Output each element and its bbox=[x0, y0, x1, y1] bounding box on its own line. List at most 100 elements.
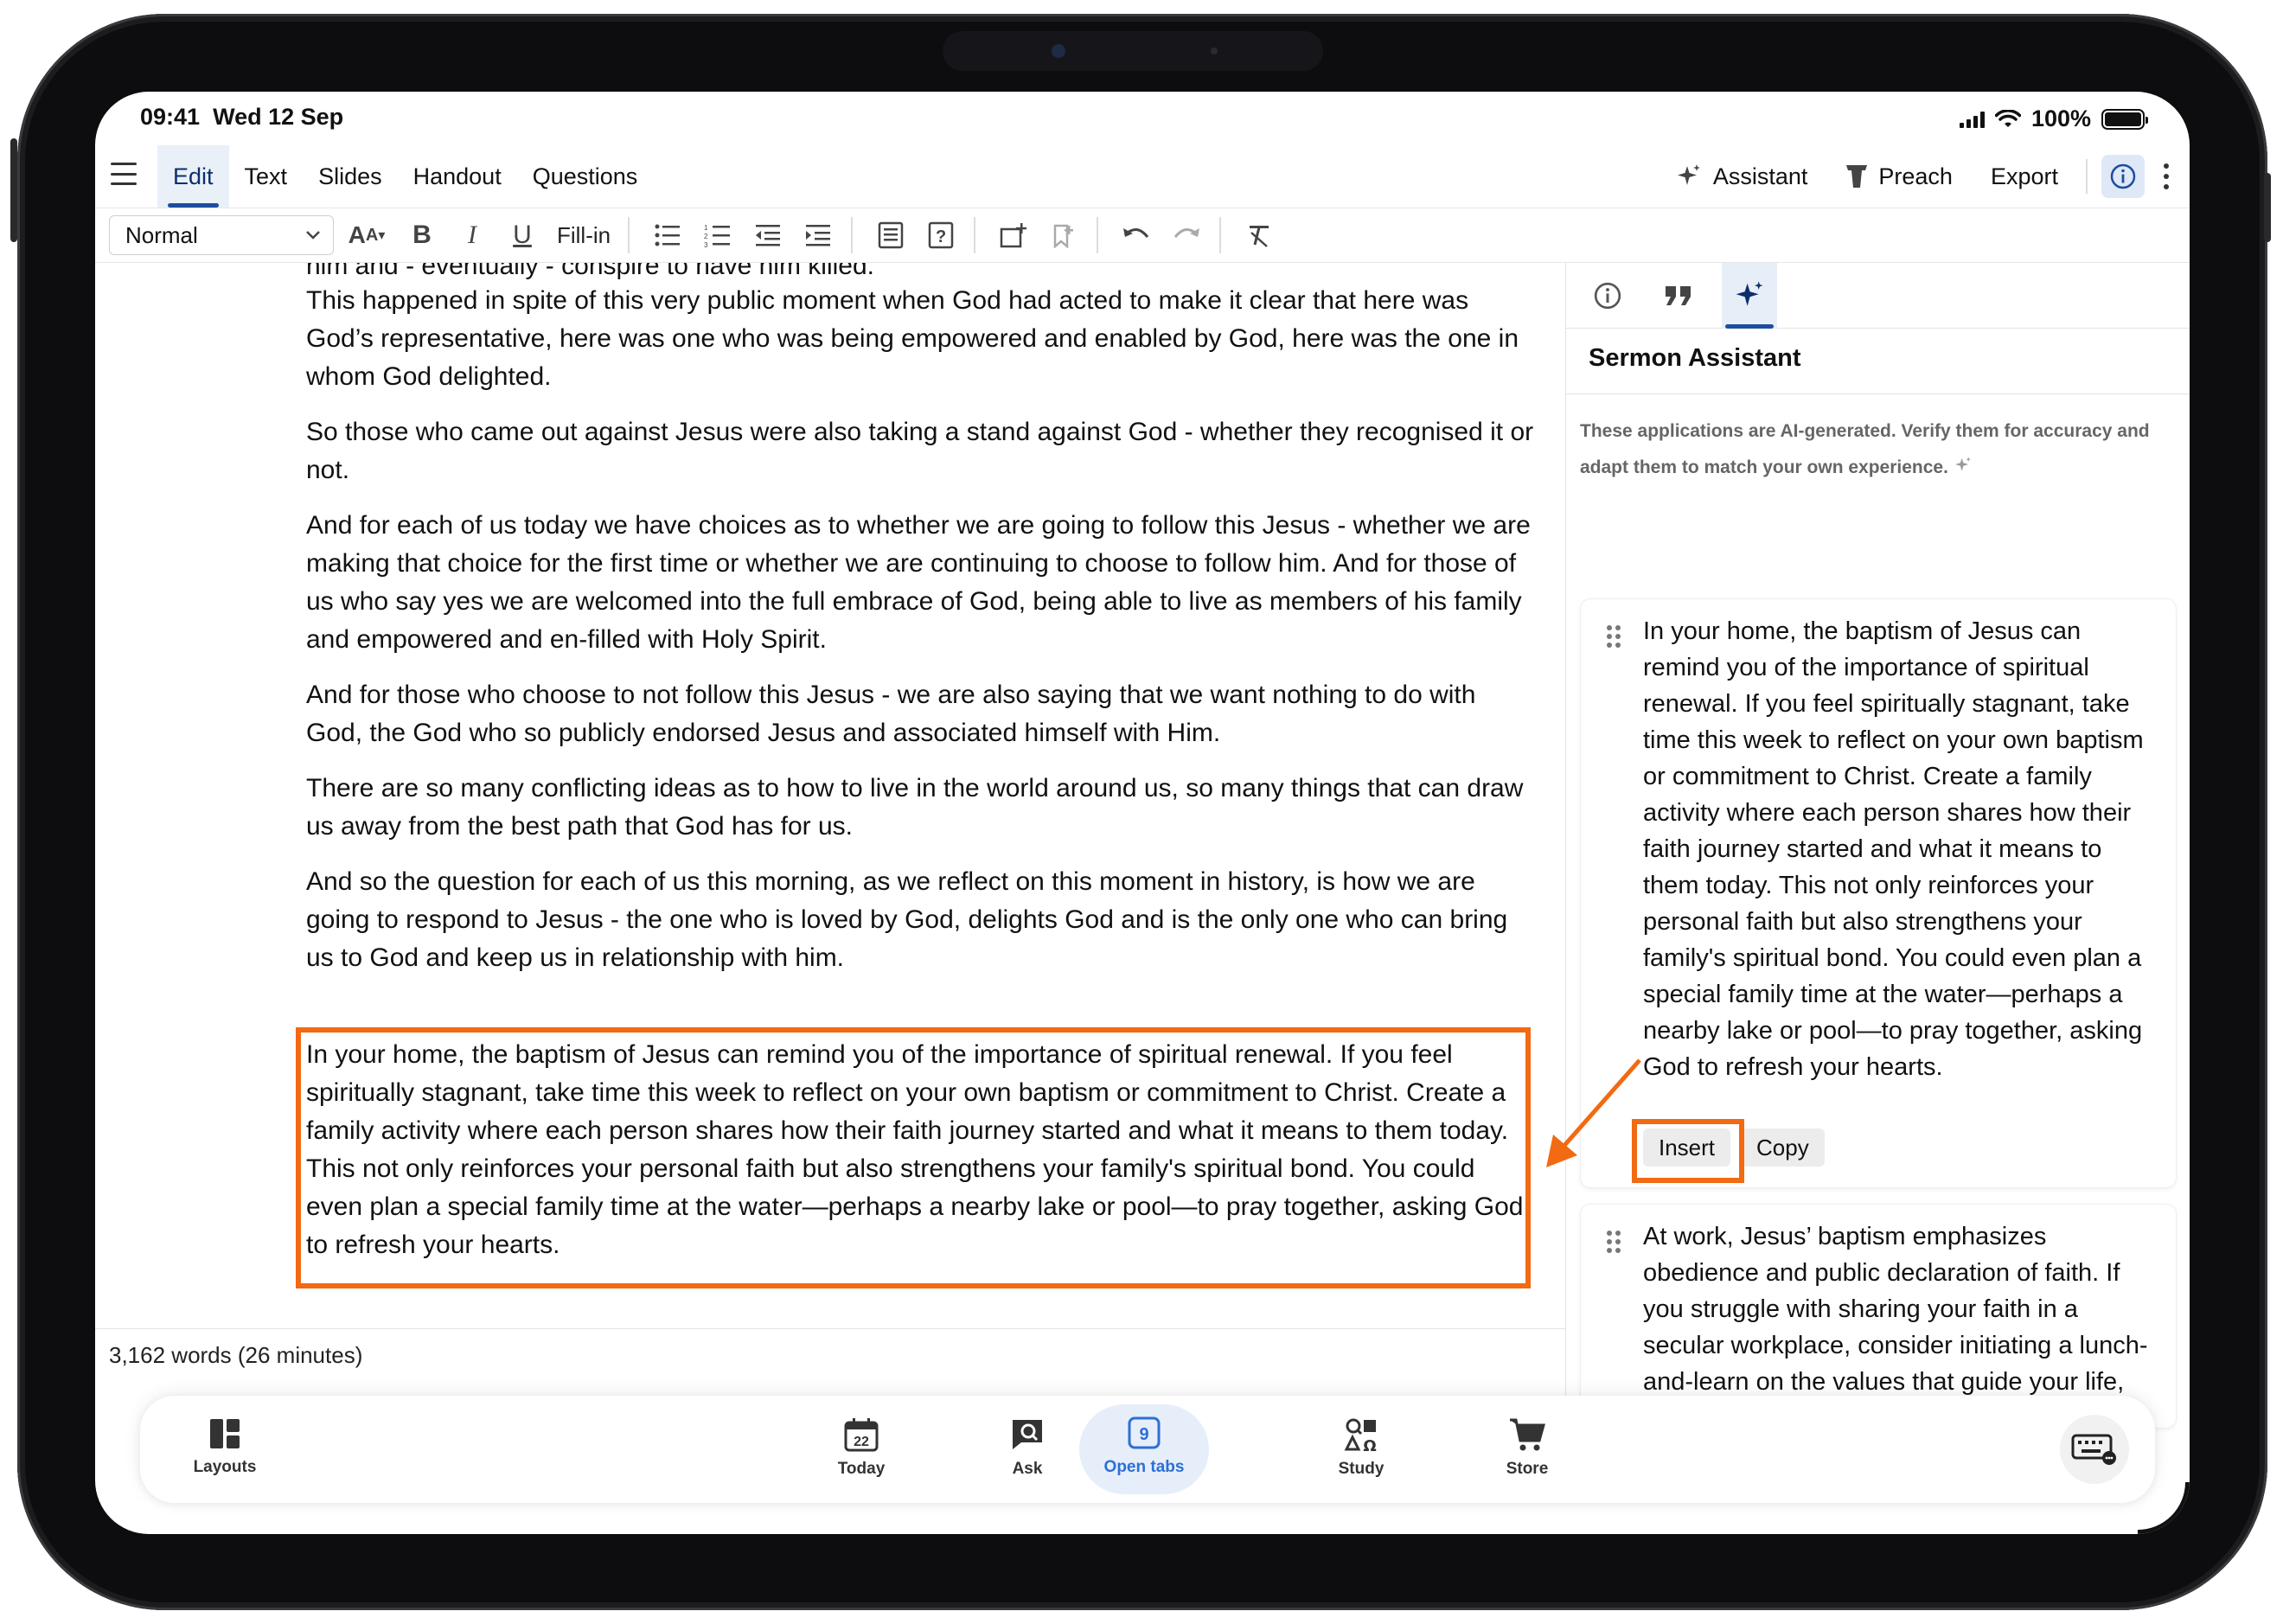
svg-text:1: 1 bbox=[704, 224, 708, 232]
ask-search-icon bbox=[1013, 1420, 1042, 1449]
camera-housing bbox=[943, 31, 1323, 71]
tab-text[interactable]: Text bbox=[229, 145, 304, 208]
panel-title: Sermon Assistant bbox=[1566, 329, 2190, 394]
layouts-icon bbox=[210, 1419, 240, 1448]
dock-layouts[interactable]: Layouts bbox=[173, 1416, 277, 1477]
underline-icon[interactable]: U bbox=[500, 215, 545, 255]
paragraph-style-select[interactable]: Normal bbox=[109, 215, 334, 255]
assistant-label: Assistant bbox=[1712, 163, 1808, 189]
word-count: 3,162 words (26 minutes) bbox=[109, 1342, 363, 1368]
panel-tab-info[interactable] bbox=[1580, 263, 1635, 329]
editor-paragraph[interactable]: There are so many conflicting ideas as t… bbox=[306, 770, 1534, 846]
bullet-list-icon[interactable] bbox=[645, 215, 690, 255]
font-size-button[interactable]: A A ▾ bbox=[339, 215, 394, 255]
application-card: In your home, the baptism of Jesus can r… bbox=[1580, 598, 2177, 1188]
svg-text:?: ? bbox=[936, 227, 946, 246]
calendar-icon: 22 bbox=[844, 1418, 879, 1452]
study-icon: Ω bbox=[1344, 1418, 1377, 1453]
preach-label: Preach bbox=[1878, 163, 1953, 189]
bold-icon[interactable]: B bbox=[400, 215, 444, 255]
dock-ask[interactable]: Ask bbox=[975, 1416, 1079, 1479]
tab-handout[interactable]: Handout bbox=[398, 145, 517, 208]
format-divider bbox=[1097, 217, 1099, 253]
outdent-icon[interactable] bbox=[745, 215, 790, 255]
editor-paragraph[interactable]: And for each of us today we have choices… bbox=[306, 507, 1534, 659]
svg-text:9: 9 bbox=[1139, 1425, 1148, 1444]
toolbar-actions: Assistant Preach Export bbox=[1656, 145, 2169, 208]
dock-open-tabs[interactable]: 9 Open tabs bbox=[1092, 1415, 1196, 1477]
fill-in-button[interactable]: Fill-in bbox=[550, 215, 617, 255]
panel-tab-quotes[interactable] bbox=[1651, 263, 1706, 329]
editor-paragraph[interactable]: And so the question for each of us this … bbox=[306, 863, 1534, 977]
editor-paragraph[interactable]: So those who came out against Jesus were… bbox=[306, 413, 1534, 489]
cellular-signal-icon bbox=[1959, 111, 1985, 128]
chevron-down-icon bbox=[306, 231, 320, 240]
format-divider bbox=[1219, 217, 1222, 253]
open-tabs-icon: 9 bbox=[1128, 1416, 1161, 1449]
svg-text:3: 3 bbox=[704, 241, 708, 247]
clear-formatting-icon[interactable] bbox=[1237, 215, 1282, 255]
tab-slides[interactable]: Slides bbox=[303, 145, 398, 208]
volume-button bbox=[10, 138, 17, 242]
info-toggle-button[interactable] bbox=[2101, 155, 2145, 198]
add-bookmark-icon[interactable] bbox=[1041, 215, 1086, 255]
numbered-list-icon[interactable]: 123 bbox=[695, 215, 740, 255]
hamburger-menu-icon[interactable] bbox=[111, 163, 137, 185]
editor-paragraph[interactable]: This happened in spite of this very publ… bbox=[306, 282, 1534, 396]
main-toolbar: Edit Text Slides Handout Questions Assis… bbox=[95, 145, 2190, 208]
power-button bbox=[2264, 173, 2271, 242]
tab-questions[interactable]: Questions bbox=[517, 145, 654, 208]
ai-disclaimer: These applications are AI-generated. Ver… bbox=[1580, 421, 2150, 477]
undo-icon[interactable] bbox=[1114, 215, 1159, 255]
format-divider bbox=[628, 217, 630, 253]
tab-edit[interactable]: Edit bbox=[157, 145, 229, 208]
info-icon bbox=[1594, 282, 1621, 309]
status-bar: 09:41 Wed 12 Sep 100% bbox=[95, 92, 2190, 145]
copy-button[interactable]: Copy bbox=[1741, 1128, 1825, 1167]
sparkle-icon bbox=[1954, 457, 1971, 471]
format-divider bbox=[974, 217, 976, 253]
keyboard-toggle-button[interactable] bbox=[2060, 1415, 2129, 1484]
annotation-arrow bbox=[1546, 1058, 1641, 1167]
sparkle-icon bbox=[1736, 280, 1763, 306]
application-text: In your home, the baptism of Jesus can r… bbox=[1643, 617, 2144, 1081]
block-format-icon[interactable] bbox=[868, 215, 913, 255]
redo-icon[interactable] bbox=[1164, 215, 1209, 255]
svg-text:2: 2 bbox=[704, 233, 708, 240]
status-time: 09:41 Wed 12 Sep bbox=[140, 104, 344, 130]
preach-button[interactable]: Preach bbox=[1826, 163, 1972, 190]
status-indicators: 100% bbox=[1959, 105, 2148, 132]
inserted-paragraph-highlight: In your home, the baptism of Jesus can r… bbox=[296, 1027, 1531, 1288]
podium-icon bbox=[1846, 165, 1868, 188]
quote-icon bbox=[1666, 285, 1691, 305]
question-block-icon[interactable]: ? bbox=[918, 215, 963, 255]
format-toolbar: Normal A A ▾ B I U Fill-in 123 ? bbox=[95, 208, 2190, 263]
bottom-dock: Layouts 22 Today Ask 9 Open tabs Ω Study… bbox=[140, 1396, 2155, 1503]
sermon-editor[interactable]: him and - eventually - conspire to have … bbox=[95, 263, 1565, 1327]
export-button[interactable]: Export bbox=[1972, 163, 2077, 190]
cart-icon bbox=[1510, 1418, 1545, 1451]
dock-today[interactable]: 22 Today bbox=[809, 1416, 913, 1479]
format-divider bbox=[851, 217, 854, 253]
application-card: At work, Jesus’ baptism emphasizes obedi… bbox=[1580, 1204, 2177, 1429]
drag-handle-icon[interactable] bbox=[1607, 625, 1621, 648]
add-slide-icon[interactable] bbox=[991, 215, 1036, 255]
assistant-button[interactable]: Assistant bbox=[1656, 163, 1827, 190]
toolbar-divider bbox=[2086, 159, 2088, 194]
battery-icon bbox=[2101, 108, 2148, 130]
more-options-icon[interactable] bbox=[2164, 163, 2169, 189]
dock-store[interactable]: Store bbox=[1475, 1416, 1579, 1479]
info-icon bbox=[2110, 163, 2136, 189]
inserted-paragraph[interactable]: In your home, the baptism of Jesus can r… bbox=[301, 1033, 1525, 1264]
panel-tab-assistant[interactable] bbox=[1722, 262, 1777, 329]
screen: 09:41 Wed 12 Sep 100% Edit Text Slides H… bbox=[95, 92, 2190, 1534]
wifi-icon bbox=[1994, 109, 2021, 127]
italic-icon[interactable]: I bbox=[450, 215, 495, 255]
indent-icon[interactable] bbox=[796, 215, 841, 255]
sermon-assistant-panel: Sermon Assistant These applications are … bbox=[1565, 262, 2190, 1429]
svg-text:Ω: Ω bbox=[1363, 1437, 1376, 1453]
battery-percent: 100% bbox=[2030, 105, 2091, 131]
drag-handle-icon[interactable] bbox=[1607, 1231, 1621, 1253]
dock-study[interactable]: Ω Study bbox=[1309, 1416, 1413, 1479]
editor-paragraph[interactable]: And for those who choose to not follow t… bbox=[306, 676, 1534, 752]
